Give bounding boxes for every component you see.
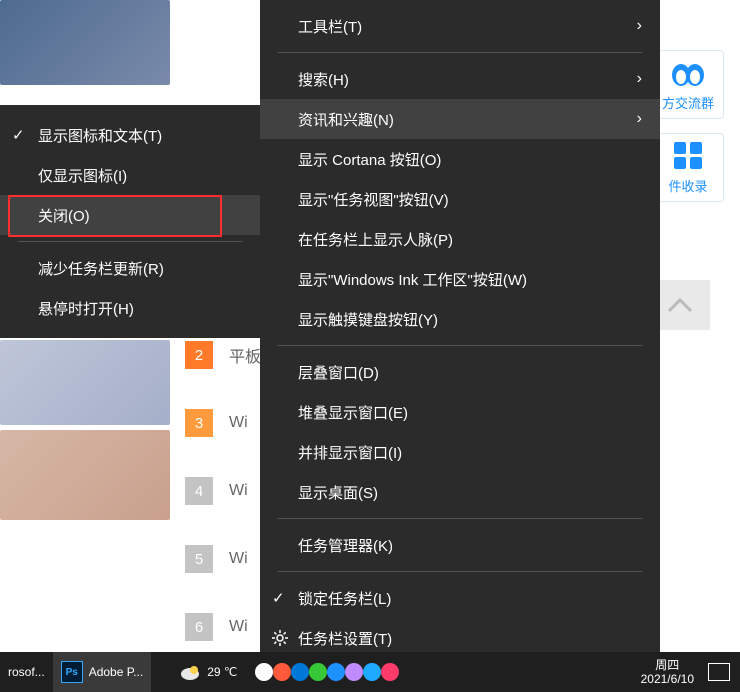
menu-item-label: 显示"任务视图"按钮(V) — [298, 189, 449, 210]
menu-item-label: 任务栏设置(T) — [298, 628, 392, 649]
thumbnail — [0, 430, 170, 520]
chevron-right-icon: › — [637, 17, 642, 35]
check-icon: ✓ — [12, 126, 25, 144]
app-label: Adobe P... — [89, 665, 144, 679]
menu-item[interactable]: 资讯和兴趣(N) › — [260, 99, 660, 139]
menu-item-label: 并排显示窗口(I) — [298, 442, 402, 463]
menu-separator — [278, 52, 642, 53]
tray-icon[interactable] — [381, 663, 399, 681]
menu-separator — [278, 571, 642, 572]
rank-badge: 5 — [185, 545, 213, 573]
menu-item-label: 显示触摸键盘按钮(Y) — [298, 309, 438, 330]
menu-item[interactable]: 显示 Cortana 按钮(O) — [260, 139, 660, 179]
collect-label: 件收录 — [668, 176, 707, 195]
menu-item[interactable]: 任务管理器(K) — [260, 525, 660, 565]
taskbar-clock[interactable]: 周四 2021/6/10 — [641, 658, 702, 686]
menu-item-label: 层叠窗口(D) — [298, 362, 379, 383]
list-item-label: Wi — [229, 414, 248, 432]
menu-item-label: 仅显示图标(I) — [38, 165, 127, 186]
list-item[interactable]: 6 Wi — [185, 607, 248, 647]
group-card[interactable]: 方交流群 — [652, 50, 724, 119]
rank-badge: 3 — [185, 409, 213, 437]
menu-item[interactable]: 层叠窗口(D) — [260, 352, 660, 392]
taskbar-context-menu: 工具栏(T) › 搜索(H) › 资讯和兴趣(N) › 显示 Cortana 按钮(O) 显示… — [260, 0, 660, 664]
rank-badge: 2 — [185, 341, 213, 369]
menu-item[interactable]: 悬停时打开(H) — [0, 288, 260, 328]
menu-item[interactable]: 并排显示窗口(I) — [260, 432, 660, 472]
menu-item[interactable]: 显示"任务视图"按钮(V) — [260, 179, 660, 219]
menu-item-label: 工具栏(T) — [298, 16, 362, 37]
tray-icon[interactable] — [273, 663, 291, 681]
list-item-label: 平板 — [229, 343, 261, 367]
menu-item-label: 堆叠显示窗口(E) — [298, 402, 408, 423]
menu-item[interactable]: ✓ 锁定任务栏(L) — [260, 578, 660, 618]
thumbnail — [0, 340, 170, 425]
weather-widget[interactable]: 29 ℃ — [171, 652, 245, 692]
list-item-label: Wi — [229, 482, 248, 500]
collect-card[interactable]: 件收录 — [652, 133, 724, 202]
menu-separator — [278, 518, 642, 519]
news-interests-submenu: ✓ 显示图标和文本(T) 仅显示图标(I) 关闭(O) 减少任务栏更新(R) 悬停时打开(… — [0, 105, 260, 338]
tray-icon[interactable] — [291, 663, 309, 681]
menu-separator — [18, 241, 242, 242]
side-panel: 方交流群 件收录 — [648, 50, 728, 202]
rank-badge: 4 — [185, 477, 213, 505]
menu-item[interactable]: 减少任务栏更新(R) — [0, 248, 260, 288]
check-icon: ✓ — [272, 589, 285, 607]
list-item[interactable]: 5 Wi — [185, 539, 248, 579]
menu-item[interactable]: 显示桌面(S) — [260, 472, 660, 512]
menu-item-label: 任务管理器(K) — [298, 535, 393, 556]
menu-item-label: 显示"Windows Ink 工作区"按钮(W) — [298, 269, 527, 290]
menu-separator — [278, 345, 642, 346]
photoshop-icon: Ps — [61, 661, 83, 683]
tray-icon[interactable] — [345, 663, 363, 681]
list-item[interactable]: 4 Wi — [185, 471, 248, 511]
taskbar[interactable]: rosof... Ps Adobe P... 29 ℃ 周四 2021/6/10 — [0, 652, 740, 692]
taskbar-app-photoshop[interactable]: Ps Adobe P... — [53, 652, 152, 692]
weather-icon — [179, 663, 201, 681]
tray-icon[interactable] — [327, 663, 345, 681]
menu-item[interactable]: 显示"Windows Ink 工作区"按钮(W) — [260, 259, 660, 299]
penguin-icon — [669, 57, 707, 87]
menu-item[interactable]: 搜索(H) › — [260, 59, 660, 99]
tray-icon[interactable] — [309, 663, 327, 681]
tray-icon[interactable] — [255, 663, 273, 681]
menu-item-label: 搜索(H) — [298, 69, 349, 90]
gear-icon — [272, 630, 288, 646]
menu-item-label: 悬停时打开(H) — [38, 298, 134, 319]
clock-day: 周四 — [641, 658, 694, 672]
apps-icon — [672, 140, 704, 170]
menu-item[interactable]: 在任务栏上显示人脉(P) — [260, 219, 660, 259]
notifications-icon[interactable] — [708, 663, 730, 681]
thumbnail — [0, 0, 170, 85]
list-item[interactable]: 2 平板 — [185, 335, 261, 375]
menu-item-label: 显示 Cortana 按钮(O) — [298, 149, 441, 170]
list-item-label: Wi — [229, 550, 248, 568]
list-item-label: Wi — [229, 618, 248, 636]
menu-item[interactable]: 关闭(O) — [0, 195, 260, 235]
group-label: 方交流群 — [662, 93, 714, 112]
chevron-right-icon: › — [637, 70, 642, 88]
rank-badge: 6 — [185, 613, 213, 641]
clock-date: 2021/6/10 — [641, 672, 694, 686]
menu-item[interactable]: 工具栏(T) › — [260, 6, 660, 46]
page-background: 2 平板 3 Wi 4 Wi 5 Wi 6 Wi 方交流群 件收录 ✓ 显示图标和文本(T) 仅显示图… — [0, 0, 740, 692]
menu-item-label: 资讯和兴趣(N) — [298, 109, 394, 130]
menu-item-label: 在任务栏上显示人脉(P) — [298, 229, 453, 250]
menu-item[interactable]: 仅显示图标(I) — [0, 155, 260, 195]
menu-item[interactable]: 堆叠显示窗口(E) — [260, 392, 660, 432]
taskbar-app-truncated[interactable]: rosof... — [0, 652, 53, 692]
menu-item[interactable]: ✓ 显示图标和文本(T) — [0, 115, 260, 155]
menu-item-label: 关闭(O) — [38, 205, 90, 226]
menu-item-label: 显示桌面(S) — [298, 482, 378, 503]
menu-item-label: 显示图标和文本(T) — [38, 125, 162, 146]
menu-item-label: 减少任务栏更新(R) — [38, 258, 164, 279]
menu-item-label: 锁定任务栏(L) — [298, 588, 391, 609]
menu-item[interactable]: 显示触摸键盘按钮(Y) — [260, 299, 660, 339]
tray-icon[interactable] — [363, 663, 381, 681]
temperature-label: 29 ℃ — [207, 665, 237, 679]
chevron-right-icon: › — [637, 110, 642, 128]
app-label: rosof... — [8, 665, 45, 679]
list-item[interactable]: 3 Wi — [185, 403, 248, 443]
